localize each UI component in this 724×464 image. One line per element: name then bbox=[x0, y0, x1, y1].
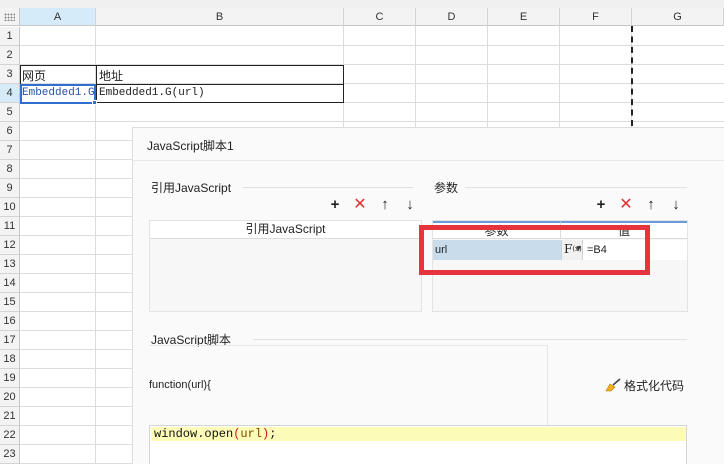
ref-move-down-button[interactable]: ↓ bbox=[402, 197, 418, 213]
ref-move-up-button[interactable]: ↑ bbox=[377, 197, 393, 213]
params-section-label: 参数 bbox=[434, 181, 459, 195]
row-header[interactable]: 23 bbox=[0, 445, 20, 464]
function-signature: function(url){ bbox=[149, 379, 211, 391]
row-header[interactable]: 22 bbox=[0, 426, 20, 445]
ref-js-section-label: 引用JavaScript bbox=[151, 181, 232, 195]
active-cell-outline bbox=[20, 84, 97, 105]
row-header[interactable]: 15 bbox=[0, 293, 20, 312]
param-delete-button[interactable]: ✕ bbox=[618, 197, 634, 213]
row-header[interactable]: 2 bbox=[0, 46, 20, 65]
param-move-down-button[interactable]: ↓ bbox=[668, 197, 684, 213]
row-header[interactable]: 12 bbox=[0, 236, 20, 255]
script-divider bbox=[253, 339, 687, 340]
row-header[interactable]: 1 bbox=[0, 27, 20, 46]
row-gridline bbox=[20, 121, 724, 122]
row-header[interactable]: 17 bbox=[0, 331, 20, 350]
annotation-highlight-box bbox=[419, 225, 650, 275]
row-header[interactable]: 14 bbox=[0, 274, 20, 293]
ref-js-list[interactable]: 引用JavaScript bbox=[149, 220, 422, 312]
ref-divider bbox=[243, 187, 413, 188]
cell-b4[interactable]: Embedded1.G(url) bbox=[99, 87, 339, 99]
column-header-a[interactable]: A bbox=[20, 8, 96, 26]
row-header[interactable]: 10 bbox=[0, 198, 20, 217]
column-header-e[interactable]: E bbox=[488, 8, 560, 26]
screen: { "sheet": { "columns": ["A","B","C","D"… bbox=[0, 0, 724, 464]
ref-js-column-header: 引用JavaScript bbox=[150, 221, 421, 239]
column-header-d[interactable]: D bbox=[416, 8, 488, 26]
toolbar-strip bbox=[0, 0, 724, 8]
column-header-f[interactable]: F bbox=[560, 8, 632, 26]
row-header[interactable]: 21 bbox=[0, 407, 20, 426]
format-code-button[interactable]: 格式化代码 bbox=[605, 377, 684, 394]
row-header[interactable]: 8 bbox=[0, 160, 20, 179]
param-move-up-button[interactable]: ↑ bbox=[643, 197, 659, 213]
column-header-g[interactable]: G bbox=[632, 8, 724, 26]
select-all-corner[interactable] bbox=[0, 8, 20, 26]
row-header[interactable]: 20 bbox=[0, 388, 20, 407]
row-header[interactable]: 6 bbox=[0, 122, 20, 141]
row-header[interactable]: 4 bbox=[0, 84, 20, 103]
row-header[interactable]: 18 bbox=[0, 350, 20, 369]
params-divider bbox=[465, 187, 687, 188]
code-editor[interactable]: window.open(url); bbox=[149, 425, 687, 464]
ref-delete-button[interactable]: ✕ bbox=[352, 197, 368, 213]
code-semicolon: ; bbox=[269, 427, 277, 441]
row-header[interactable]: 11 bbox=[0, 217, 20, 236]
ref-add-button[interactable]: + bbox=[327, 197, 343, 213]
row-header[interactable]: 13 bbox=[0, 255, 20, 274]
row-header[interactable]: 5 bbox=[0, 103, 20, 122]
row-header[interactable]: 16 bbox=[0, 312, 20, 331]
code-line: window.open(url); bbox=[154, 427, 276, 441]
code-argument: url bbox=[240, 427, 263, 441]
page-break-line bbox=[631, 26, 633, 126]
row-header[interactable]: 7 bbox=[0, 141, 20, 160]
param-add-button[interactable]: + bbox=[593, 197, 609, 213]
cell-b3[interactable]: 地址 bbox=[99, 67, 339, 84]
format-code-label: 格式化代码 bbox=[624, 379, 685, 393]
broom-icon bbox=[605, 378, 621, 392]
row-header[interactable]: 3 bbox=[0, 65, 20, 84]
dialog-title: JavaScript脚本1 bbox=[133, 128, 724, 161]
column-header-c[interactable]: C bbox=[344, 8, 416, 26]
fill-handle[interactable] bbox=[92, 100, 97, 105]
cell-a3[interactable]: 网页 bbox=[22, 67, 94, 84]
code-function: window.open bbox=[154, 427, 234, 441]
javascript-dialog: JavaScript脚本1 引用JavaScript + ✕ ↑ ↓ 引用Jav… bbox=[132, 127, 724, 464]
row-gridline bbox=[20, 45, 724, 46]
row-header[interactable]: 9 bbox=[0, 179, 20, 198]
column-header-b[interactable]: B bbox=[96, 8, 344, 26]
row-header[interactable]: 19 bbox=[0, 369, 20, 388]
grid-icon bbox=[4, 13, 15, 21]
